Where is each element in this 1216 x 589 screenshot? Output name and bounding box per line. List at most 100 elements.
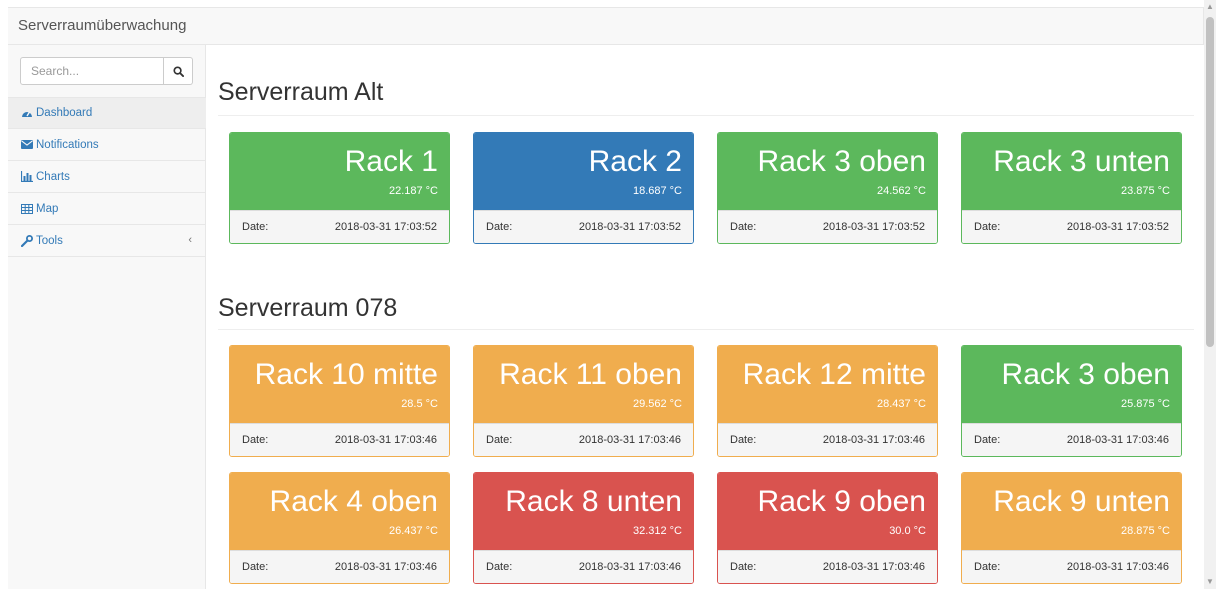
rack-name: Rack 3 unten: [993, 145, 1170, 178]
date-label: Date:: [730, 221, 757, 233]
rack-date: 2018-03-31 17:03:46: [578, 561, 681, 573]
rack-name: Rack 1: [344, 145, 438, 178]
search-input[interactable]: [20, 57, 164, 85]
rack-date: 2018-03-31 17:03:46: [1066, 434, 1169, 446]
rack-panel-heading: Rack 3 oben 24.562 °C: [718, 133, 937, 210]
rack-panel-footer: Date: 2018-03-31 17:03:46: [718, 423, 937, 456]
rack-panel[interactable]: Rack 3 oben 25.875 °C Date: 2018-03-31 1…: [961, 345, 1182, 457]
date-label: Date:: [974, 221, 1001, 233]
rack-date: 2018-03-31 17:03:52: [1066, 221, 1169, 233]
rack-panel-footer: Date: 2018-03-31 17:03:52: [474, 210, 693, 243]
scrollbar-thumb[interactable]: [1206, 17, 1214, 347]
rack-panel-heading: Rack 9 unten 28.875 °C: [962, 473, 1181, 550]
rack-panel-heading: Rack 12 mitte 28.437 °C: [718, 346, 937, 423]
sidebar-item-label: Tools: [36, 234, 63, 247]
sidebar-item-dashboard[interactable]: Dashboard: [8, 97, 206, 129]
rack-panel-heading: Rack 3 unten 23.875 °C: [962, 133, 1181, 210]
rack-name: Rack 4 oben: [269, 485, 438, 518]
rack-panel[interactable]: Rack 8 unten 32.312 °C Date: 2018-03-31 …: [473, 472, 694, 584]
rack-panel-footer: Date: 2018-03-31 17:03:52: [962, 210, 1181, 243]
sidebar-item-label: Charts: [36, 170, 70, 183]
search-group: [20, 57, 193, 85]
date-label: Date:: [974, 434, 1001, 446]
rack-name: Rack 3 oben: [757, 145, 926, 178]
rack-temperature: 18.687 °C: [632, 185, 682, 197]
rack-panel[interactable]: Rack 2 18.687 °C Date: 2018-03-31 17:03:…: [473, 132, 694, 244]
section-divider: [218, 115, 1194, 116]
section-divider: [218, 329, 1194, 330]
chevron-left-icon: ‹: [188, 234, 192, 246]
rack-temperature: 24.562 °C: [876, 185, 926, 197]
envelope-icon: [20, 139, 33, 151]
rack-name: Rack 3 oben: [1001, 358, 1170, 391]
rack-panel[interactable]: Rack 11 oben 29.562 °C Date: 2018-03-31 …: [473, 345, 694, 457]
top-navbar: Serverraumüberwachung: [8, 7, 1204, 45]
brand-title[interactable]: Serverraumüberwachung: [18, 17, 186, 34]
sidebar-item-notifications[interactable]: Notifications: [8, 129, 206, 161]
rack-name: Rack 12 mitte: [742, 358, 926, 391]
rack-temperature: 25.875 °C: [1120, 398, 1170, 410]
rack-temperature: 32.312 °C: [632, 525, 682, 537]
rack-panel-footer: Date: 2018-03-31 17:03:46: [474, 550, 693, 583]
date-label: Date:: [242, 434, 269, 446]
date-label: Date:: [486, 221, 513, 233]
sidebar-item-map[interactable]: Map: [8, 193, 206, 225]
sidebar-item-charts[interactable]: Charts: [8, 161, 206, 193]
date-label: Date:: [486, 561, 513, 573]
rack-panel-footer: Date: 2018-03-31 17:03:46: [230, 550, 449, 583]
table-icon: [20, 203, 33, 215]
rack-date: 2018-03-31 17:03:52: [822, 221, 925, 233]
rack-panel[interactable]: Rack 4 oben 26.437 °C Date: 2018-03-31 1…: [229, 472, 450, 584]
rack-name: Rack 2: [588, 145, 682, 178]
rack-name: Rack 8 unten: [505, 485, 682, 518]
dashboard-icon: [20, 107, 33, 119]
rack-panel[interactable]: Rack 1 22.187 °C Date: 2018-03-31 17:03:…: [229, 132, 450, 244]
rack-temperature: 29.562 °C: [632, 398, 682, 410]
sidebar-item-label: Map: [36, 202, 59, 215]
scroll-up-icon[interactable]: ▲: [1206, 2, 1214, 11]
rack-panel-heading: Rack 11 oben 29.562 °C: [474, 346, 693, 423]
date-label: Date:: [242, 561, 269, 573]
sidebar-item-tools[interactable]: Tools ‹: [8, 225, 206, 257]
scrollbar[interactable]: ▲ ▼: [1204, 0, 1216, 589]
rack-panel[interactable]: Rack 3 oben 24.562 °C Date: 2018-03-31 1…: [717, 132, 938, 244]
rack-temperature: 23.875 °C: [1120, 185, 1170, 197]
rack-panel-heading: Rack 2 18.687 °C: [474, 133, 693, 210]
wrench-icon: [20, 234, 33, 247]
rack-panel-heading: Rack 3 oben 25.875 °C: [962, 346, 1181, 423]
rack-date: 2018-03-31 17:03:46: [334, 434, 437, 446]
rack-temperature: 28.437 °C: [876, 398, 926, 410]
rack-date: 2018-03-31 17:03:52: [334, 221, 437, 233]
rack-panel-footer: Date: 2018-03-31 17:03:46: [962, 423, 1181, 456]
date-label: Date:: [486, 434, 513, 446]
rack-panel[interactable]: Rack 10 mitte 28.5 °C Date: 2018-03-31 1…: [229, 345, 450, 457]
rack-date: 2018-03-31 17:03:52: [578, 221, 681, 233]
rack-name: Rack 9 unten: [993, 485, 1170, 518]
scroll-down-icon[interactable]: ▼: [1206, 577, 1214, 586]
rack-date: 2018-03-31 17:03:46: [822, 561, 925, 573]
rack-temperature: 26.437 °C: [388, 525, 438, 537]
date-label: Date:: [242, 221, 269, 233]
rack-panel-heading: Rack 8 unten 32.312 °C: [474, 473, 693, 550]
rack-panel[interactable]: Rack 12 mitte 28.437 °C Date: 2018-03-31…: [717, 345, 938, 457]
rack-panel-footer: Date: 2018-03-31 17:03:46: [718, 550, 937, 583]
rack-panel-footer: Date: 2018-03-31 17:03:52: [718, 210, 937, 243]
rack-name: Rack 9 oben: [757, 485, 926, 518]
rack-panel-heading: Rack 9 oben 30.0 °C: [718, 473, 937, 550]
rack-panel-footer: Date: 2018-03-31 17:03:46: [474, 423, 693, 456]
rack-panel-heading: Rack 10 mitte 28.5 °C: [230, 346, 449, 423]
rack-panel[interactable]: Rack 9 oben 30.0 °C Date: 2018-03-31 17:…: [717, 472, 938, 584]
search-icon: [172, 65, 184, 77]
section-title-alt: Serverraum Alt: [218, 78, 384, 106]
rack-name: Rack 11 oben: [499, 358, 682, 391]
rack-name: Rack 10 mitte: [254, 358, 438, 391]
rack-date: 2018-03-31 17:03:46: [578, 434, 681, 446]
rack-panel[interactable]: Rack 9 unten 28.875 °C Date: 2018-03-31 …: [961, 472, 1182, 584]
rack-date: 2018-03-31 17:03:46: [822, 434, 925, 446]
rack-panel-heading: Rack 4 oben 26.437 °C: [230, 473, 449, 550]
search-button[interactable]: [164, 57, 193, 85]
rack-date: 2018-03-31 17:03:46: [1066, 561, 1169, 573]
rack-panel[interactable]: Rack 3 unten 23.875 °C Date: 2018-03-31 …: [961, 132, 1182, 244]
sidebar-item-label: Notifications: [36, 138, 99, 151]
bar-chart-icon: [20, 171, 33, 183]
